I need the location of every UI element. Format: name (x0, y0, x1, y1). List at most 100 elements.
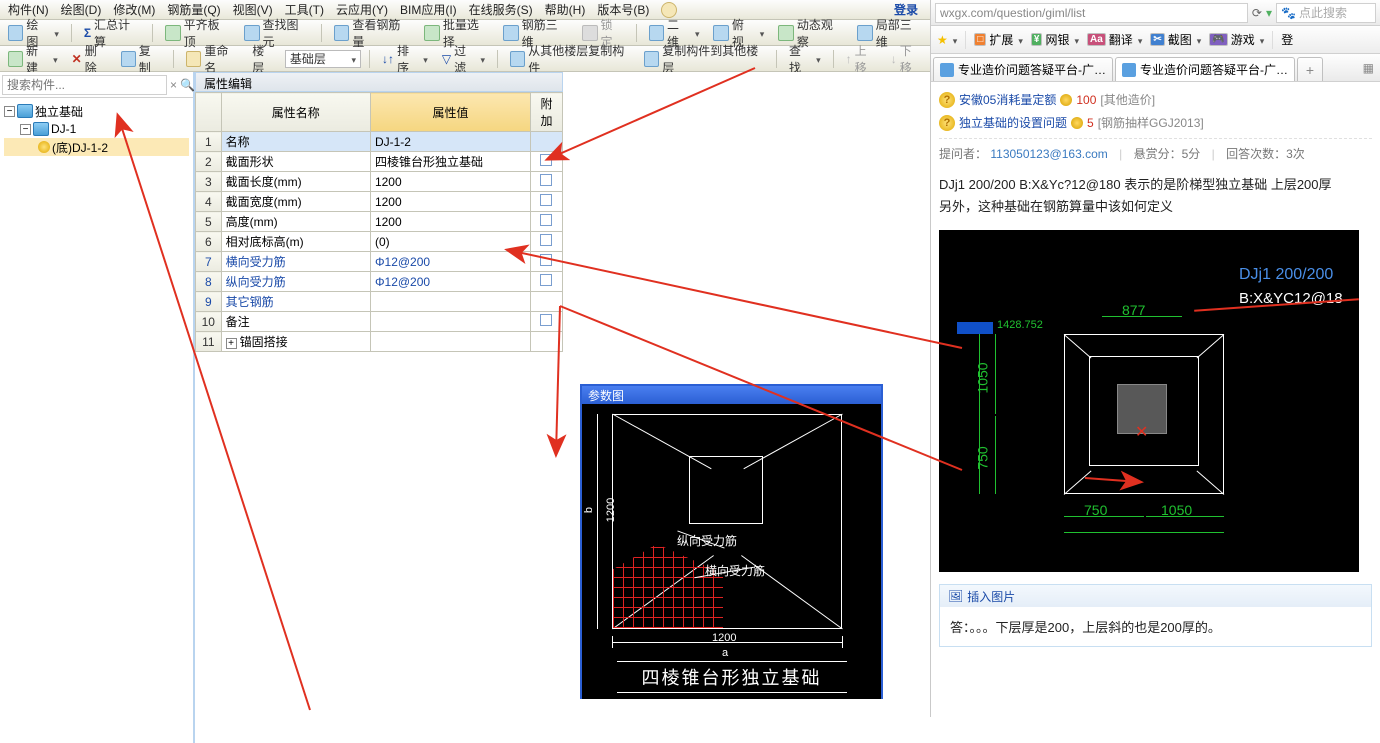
property-extra[interactable] (530, 212, 562, 232)
favicon (1122, 63, 1136, 77)
meta-replies: 回答次数：3次 (1226, 147, 1305, 161)
dropdown-icon[interactable]: ▾ (1266, 6, 1272, 20)
translate-button[interactable]: Aa翻译 (1087, 31, 1142, 48)
property-value[interactable]: Φ12@200 (370, 252, 530, 272)
property-extra[interactable] (530, 192, 562, 212)
row-number: 6 (196, 232, 222, 252)
property-value[interactable] (370, 292, 530, 312)
property-extra[interactable] (530, 332, 562, 352)
expand-icon[interactable]: + (226, 338, 237, 349)
property-row[interactable]: 10备注 (196, 312, 563, 332)
refresh-icon[interactable]: ⟳ (1252, 6, 1262, 20)
tree-node-dj1-2[interactable]: (底)DJ-1-2 (4, 138, 189, 156)
collapse-icon[interactable]: − (4, 106, 15, 117)
property-extra[interactable] (530, 232, 562, 252)
cross-icon: ✕ (1135, 422, 1148, 442)
property-value[interactable]: (0) (370, 232, 530, 252)
floor-select[interactable]: 基础层 (285, 50, 361, 68)
property-extra[interactable] (530, 152, 562, 172)
tree-label: 独立基础 (35, 103, 83, 120)
collapse-icon[interactable]: − (20, 124, 31, 135)
checkbox[interactable] (540, 194, 552, 206)
checkbox[interactable] (540, 154, 552, 166)
property-value[interactable] (370, 332, 530, 352)
question-2[interactable]: ? 独立基础的设置问题 5 [钢筋抽样GGJ2013] (939, 111, 1372, 134)
bank-button[interactable]: ¥网银 (1031, 31, 1079, 48)
property-name: 高度(mm) (221, 212, 370, 232)
browser-pane: wxgx.com/question/giml/list ⟳ ▾ 🐾 点此搜索 ★… (930, 0, 1380, 717)
tree-node-foundation[interactable]: − 独立基础 (4, 102, 189, 120)
coin-icon (1071, 117, 1083, 129)
checkbox[interactable] (540, 174, 552, 186)
row-number: 5 (196, 212, 222, 232)
property-extra[interactable] (530, 132, 562, 152)
question-category: [钢筋抽样GGJ2013] (1098, 114, 1204, 131)
clear-icon[interactable]: × (167, 78, 180, 92)
property-value[interactable]: DJ-1-2 (370, 132, 530, 152)
property-value[interactable] (370, 312, 530, 332)
checkbox[interactable] (540, 234, 552, 246)
address-bar[interactable]: wxgx.com/question/giml/list (935, 3, 1248, 23)
checkbox[interactable] (540, 314, 552, 326)
question-body: DJj1 200/200 B:X&Yc?12@180 表示的是阶梯型独立基础 上… (939, 168, 1372, 224)
property-value[interactable]: 四棱锥台形独立基础 (370, 152, 530, 172)
tab-2[interactable]: 专业造价问题答疑平台-广… (1115, 57, 1295, 81)
browser-login-button[interactable]: 登 (1281, 31, 1293, 48)
row-number: 9 (196, 292, 222, 312)
property-value[interactable]: Φ12@200 (370, 272, 530, 292)
property-row[interactable]: 8纵向受力筋Φ12@200 (196, 272, 563, 292)
property-value[interactable]: 1200 (370, 192, 530, 212)
row-number: 7 (196, 252, 222, 272)
question-title: 独立基础的设置问题 (959, 114, 1067, 131)
checkbox[interactable] (540, 214, 552, 226)
component-tree-panel: × 🔍 − 独立基础 − DJ-1 (底)DJ-1-2 (0, 72, 195, 743)
cad-dim-877: 877 (1122, 302, 1145, 318)
property-row[interactable]: 5高度(mm)1200 (196, 212, 563, 232)
checkbox[interactable] (540, 254, 552, 266)
property-row[interactable]: 4截面宽度(mm)1200 (196, 192, 563, 212)
tab-overflow[interactable]: ▦ (1357, 61, 1380, 75)
property-row[interactable]: 2截面形状四棱锥台形独立基础 (196, 152, 563, 172)
property-name: 截面形状 (221, 152, 370, 172)
property-value[interactable]: 1200 (370, 172, 530, 192)
property-row[interactable]: 11+锚固搭接 (196, 332, 563, 352)
question-body-line1: DJj1 200/200 B:X&Yc?12@180 表示的是阶梯型独立基础 上… (939, 174, 1372, 196)
dot-icon (38, 141, 50, 153)
browser-tabbar: 专业造价问题答疑平台-广… 专业造价问题答疑平台-广… + ▦ (931, 54, 1380, 82)
bank-icon: ¥ (1031, 33, 1043, 46)
property-extra[interactable] (530, 172, 562, 192)
tab-new[interactable]: + (1297, 57, 1323, 81)
cad-coord: 1428.752 (997, 319, 1043, 331)
game-button[interactable]: 🎮游戏 (1209, 31, 1264, 48)
property-extra[interactable] (530, 252, 562, 272)
checkbox[interactable] (540, 274, 552, 286)
row-number: 11 (196, 332, 222, 352)
tab-1[interactable]: 专业造价问题答疑平台-广… (933, 57, 1113, 81)
property-extra[interactable] (530, 272, 562, 292)
browser-search[interactable]: 🐾 点此搜索 (1276, 3, 1376, 23)
game-icon: 🎮 (1209, 33, 1227, 46)
answer-text: 答：。。。下层厚是200，上层斜的也是200厚的。 (940, 607, 1371, 646)
property-row[interactable]: 3截面长度(mm)1200 (196, 172, 563, 192)
coin-icon (1060, 94, 1072, 106)
search-icon[interactable]: 🔍 (180, 75, 195, 95)
question-1[interactable]: ? 安徽05消耗量定额 100 [其他造价] (939, 88, 1372, 111)
property-extra[interactable] (530, 312, 562, 332)
ext-button[interactable]: □扩展 (974, 31, 1023, 48)
property-row[interactable]: 1名称DJ-1-2 (196, 132, 563, 152)
insert-picture-label[interactable]: 插入图片 (967, 588, 1015, 605)
screenshot-button[interactable]: ✂截图 (1150, 31, 1201, 48)
tree-node-dj1[interactable]: − DJ-1 (4, 120, 189, 138)
property-table: 属性名称 属性值 附加 1名称DJ-1-22截面形状四棱锥台形独立基础3截面长度… (195, 92, 563, 352)
property-row[interactable]: 7横向受力筋Φ12@200 (196, 252, 563, 272)
col-header-value: 属性值 (370, 93, 530, 132)
fav-button[interactable]: ★ (937, 33, 957, 47)
property-extra[interactable] (530, 292, 562, 312)
search-input[interactable] (2, 75, 167, 95)
property-row[interactable]: 6相对底标高(m)(0) (196, 232, 563, 252)
property-name: 名称 (221, 132, 370, 152)
property-row[interactable]: 9其它钢筋 (196, 292, 563, 312)
property-value[interactable]: 1200 (370, 212, 530, 232)
paramfig-axis-b: b (583, 507, 595, 513)
meta-bounty: 悬赏分：5分 (1134, 147, 1201, 161)
